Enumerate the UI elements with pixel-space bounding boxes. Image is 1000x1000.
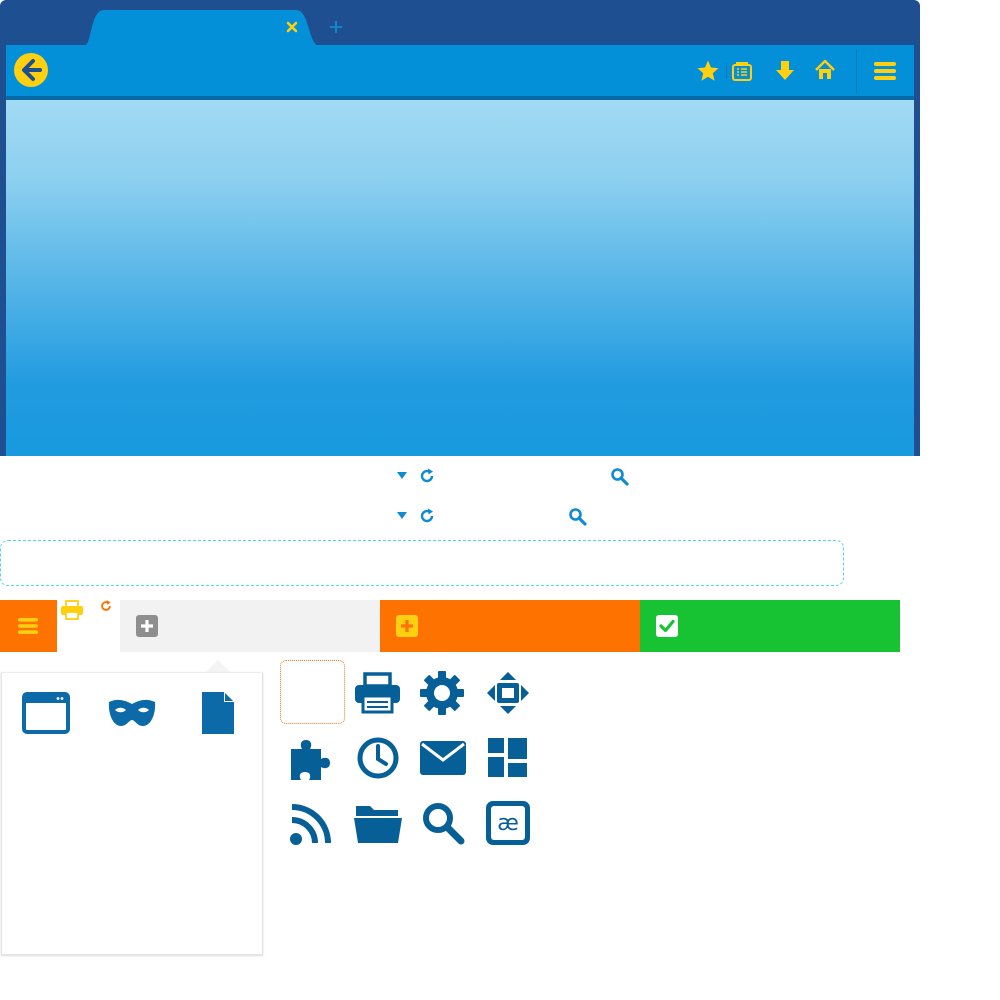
- reading-list-icon[interactable]: [731, 60, 753, 82]
- toolbar-separator: [726, 63, 727, 79]
- folder-open-icon[interactable]: [354, 803, 402, 843]
- new-tab-plus-icon[interactable]: [328, 19, 344, 35]
- plus-square-icon[interactable]: [136, 615, 158, 637]
- rss-feed-icon[interactable]: [290, 803, 334, 845]
- hamburger-menu-icon[interactable]: [873, 60, 897, 82]
- star-icon[interactable]: [696, 59, 720, 83]
- tab-gray[interactable]: [120, 600, 380, 652]
- print-icon[interactable]: [60, 600, 84, 620]
- print-icon[interactable]: [354, 672, 401, 714]
- panel-arrow: [206, 660, 230, 672]
- encoding-glyph: æ: [497, 811, 519, 836]
- tab-orange[interactable]: [380, 600, 640, 652]
- dropdown-triangle-icon[interactable]: [396, 470, 408, 482]
- private-browsing-mask-icon[interactable]: [107, 698, 157, 728]
- check-square-icon[interactable]: [656, 615, 678, 637]
- reload-icon[interactable]: [99, 599, 113, 613]
- search-icon[interactable]: [421, 801, 465, 845]
- page-content-area[interactable]: [6, 100, 914, 456]
- fullscreen-icon[interactable]: [486, 671, 530, 715]
- gear-icon[interactable]: [420, 671, 464, 715]
- search-icon[interactable]: [568, 507, 587, 526]
- back-arrow-icon[interactable]: [13, 52, 49, 88]
- plus-square-icon[interactable]: [396, 615, 418, 637]
- search-icon[interactable]: [610, 467, 629, 486]
- mail-icon[interactable]: [419, 740, 467, 776]
- customize-drop-slot[interactable]: [280, 660, 345, 724]
- url-bar-focus-outline[interactable]: [0, 540, 844, 586]
- clock-history-icon[interactable]: [356, 736, 400, 780]
- home-icon[interactable]: [814, 59, 836, 81]
- new-window-icon[interactable]: [22, 692, 70, 734]
- reload-icon[interactable]: [418, 507, 436, 525]
- new-file-icon[interactable]: [200, 692, 236, 734]
- toolbar-divider: [856, 49, 857, 93]
- dropdown-triangle-icon[interactable]: [396, 510, 408, 522]
- download-icon[interactable]: [774, 59, 796, 83]
- tab-green[interactable]: [640, 600, 900, 652]
- layout-dashboard-icon[interactable]: [488, 738, 527, 777]
- panel-top-border: [1, 672, 261, 673]
- reload-icon[interactable]: [418, 467, 436, 485]
- hamburger-menu-icon[interactable]: [17, 615, 39, 637]
- character-encoding-icon[interactable]: æ: [486, 801, 530, 845]
- tab-close-icon[interactable]: [284, 19, 300, 35]
- puzzle-addon-icon[interactable]: [289, 736, 335, 781]
